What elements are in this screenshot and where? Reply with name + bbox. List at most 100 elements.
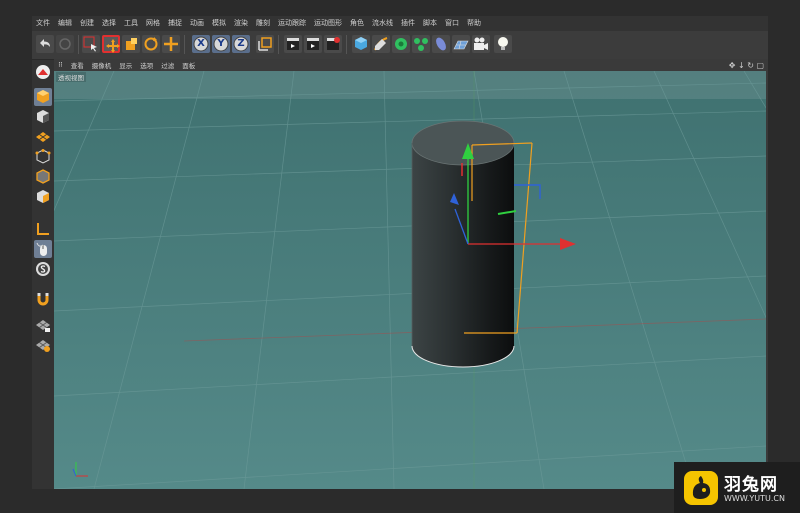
make-editable-button[interactable] — [34, 63, 52, 81]
viewport-menu-options[interactable]: 选项 — [136, 60, 157, 70]
live-select-button[interactable] — [82, 35, 100, 53]
perspective-viewport[interactable]: 透视视图 — [54, 71, 766, 489]
site-watermark: 羽兔网 WWW.YUTU.CN — [674, 462, 800, 513]
camera-button[interactable] — [472, 35, 490, 53]
cube-icon — [355, 37, 367, 50]
menu-render[interactable]: 渲染 — [230, 16, 252, 31]
menu-edit[interactable]: 编辑 — [54, 16, 76, 31]
scale-box-icon — [126, 38, 137, 50]
viewport-menubar: ⠿ 查看 摄像机 显示 选项 过滤 面板 — [54, 59, 768, 71]
solo-mode-button[interactable] — [34, 260, 52, 278]
menu-mesh[interactable]: 网格 — [142, 16, 164, 31]
camera-icon — [474, 37, 488, 50]
main-menubar: 文件 编辑 创建 选择 工具 网格 捕捉 动画 模拟 渲染 雕刻 运动跟踪 运动… — [32, 16, 768, 31]
pen-spline-button[interactable] — [372, 35, 390, 53]
axis-corner-icon — [37, 223, 49, 235]
solo-s-icon — [36, 262, 50, 276]
cinema4d-window: 文件 编辑 创建 选择 工具 网格 捕捉 动画 模拟 渲染 雕刻 运动跟踪 运动… — [32, 16, 768, 489]
workplane-mode-button[interactable] — [34, 128, 52, 146]
redo-icon — [59, 38, 71, 50]
world-coordinate-icon — [258, 37, 272, 51]
snap-button[interactable] — [34, 290, 52, 308]
array-button[interactable] — [412, 35, 430, 53]
rotate-tool-button[interactable] — [142, 35, 160, 53]
viewport-menu-display[interactable]: 显示 — [115, 60, 136, 70]
polygons-cube-icon — [37, 190, 49, 203]
edge-mode-button[interactable] — [34, 168, 52, 186]
clapboard-icon — [287, 38, 299, 50]
deformer-button[interactable] — [432, 35, 450, 53]
redo-button[interactable] — [56, 35, 74, 53]
locked-grid-icon — [36, 320, 50, 332]
viewport-menu-view[interactable]: 查看 — [67, 60, 88, 70]
cloner-icon — [414, 38, 428, 51]
cursor-select-icon — [83, 36, 97, 52]
light-button[interactable] — [494, 35, 512, 53]
texture-mode-button[interactable] — [34, 108, 52, 126]
floor-grid-icon — [453, 40, 469, 50]
main-toolbar: X Y Z — [32, 31, 768, 60]
z-axis-label: Z — [237, 38, 245, 49]
workplane-lock-button[interactable] — [34, 316, 52, 334]
menu-help[interactable]: 帮助 — [463, 16, 485, 31]
render-picture-viewer-button[interactable] — [304, 35, 322, 53]
render-view-button[interactable] — [284, 35, 302, 53]
polygon-mode-button[interactable] — [34, 188, 52, 206]
tweak-mode-button[interactable] — [34, 240, 52, 258]
menu-tools[interactable]: 工具 — [120, 16, 142, 31]
coordinate-system-button[interactable] — [256, 35, 274, 53]
transform-tool-button[interactable] — [162, 35, 180, 53]
rabbit-logo-icon — [692, 476, 711, 499]
grid-workplane-button[interactable] — [34, 336, 52, 354]
menu-select[interactable]: 选择 — [98, 16, 120, 31]
menu-script[interactable]: 脚本 — [419, 16, 441, 31]
axis-mode-button[interactable] — [34, 220, 52, 238]
viewport-grip-icon: ⠿ — [58, 61, 63, 69]
light-bulb-icon — [498, 37, 508, 50]
model-cube-icon — [37, 90, 49, 103]
move-tool-button[interactable] — [102, 35, 120, 53]
menu-window[interactable]: 窗口 — [441, 16, 463, 31]
menu-file[interactable]: 文件 — [32, 16, 54, 31]
bend-deformer-icon — [436, 37, 446, 51]
toolbar-separator — [278, 35, 279, 54]
viewport-menu-panel[interactable]: 面板 — [178, 60, 199, 70]
x-axis-button[interactable]: X — [192, 35, 210, 53]
toolbar-separator — [184, 35, 185, 54]
x-axis-label: X — [197, 38, 205, 49]
scale-tool-button[interactable] — [122, 35, 140, 53]
point-mode-button[interactable] — [34, 148, 52, 166]
viewport-view-label: 透视视图 — [56, 72, 86, 82]
subdivision-icon — [395, 38, 407, 50]
menu-pipeline[interactable]: 流水线 — [368, 16, 397, 31]
cube-object-button[interactable] — [352, 35, 370, 53]
subdivision-surface-button[interactable] — [392, 35, 410, 53]
menu-sculpt[interactable]: 雕刻 — [252, 16, 274, 31]
menu-animate[interactable]: 动画 — [186, 16, 208, 31]
y-axis-button[interactable]: Y — [212, 35, 230, 53]
menu-plugins[interactable]: 插件 — [397, 16, 419, 31]
editable-object-icon — [36, 65, 50, 79]
clapboard-icon — [307, 38, 319, 50]
viewport-menu-filter[interactable]: 过滤 — [157, 60, 178, 70]
render-settings-button[interactable] — [324, 35, 342, 53]
menu-create[interactable]: 创建 — [76, 16, 98, 31]
menu-snap[interactable]: 捕捉 — [164, 16, 186, 31]
toolbar-separator — [346, 35, 347, 54]
z-axis-button[interactable]: Z — [232, 35, 250, 53]
toolbar-separator — [78, 35, 79, 54]
rotate-icon — [144, 37, 158, 51]
watermark-site-url: WWW.YUTU.CN — [724, 494, 785, 503]
undo-button[interactable] — [36, 35, 54, 53]
viewport-navigation-icons[interactable]: ✥ ↓ ↻ ▢ — [729, 61, 764, 70]
viewport-menu-cameras[interactable]: 摄像机 — [88, 60, 116, 70]
floor-button[interactable] — [452, 35, 470, 53]
menu-character[interactable]: 角色 — [346, 16, 368, 31]
grid-plane-icon — [36, 132, 50, 142]
menu-mograph[interactable]: 运动图形 — [310, 16, 346, 31]
viewport-scene — [54, 71, 766, 489]
model-mode-button[interactable] — [34, 88, 52, 106]
menu-simulate[interactable]: 模拟 — [208, 16, 230, 31]
menu-motion-tracking[interactable]: 运动跟踪 — [274, 16, 310, 31]
pen-icon — [374, 37, 388, 51]
